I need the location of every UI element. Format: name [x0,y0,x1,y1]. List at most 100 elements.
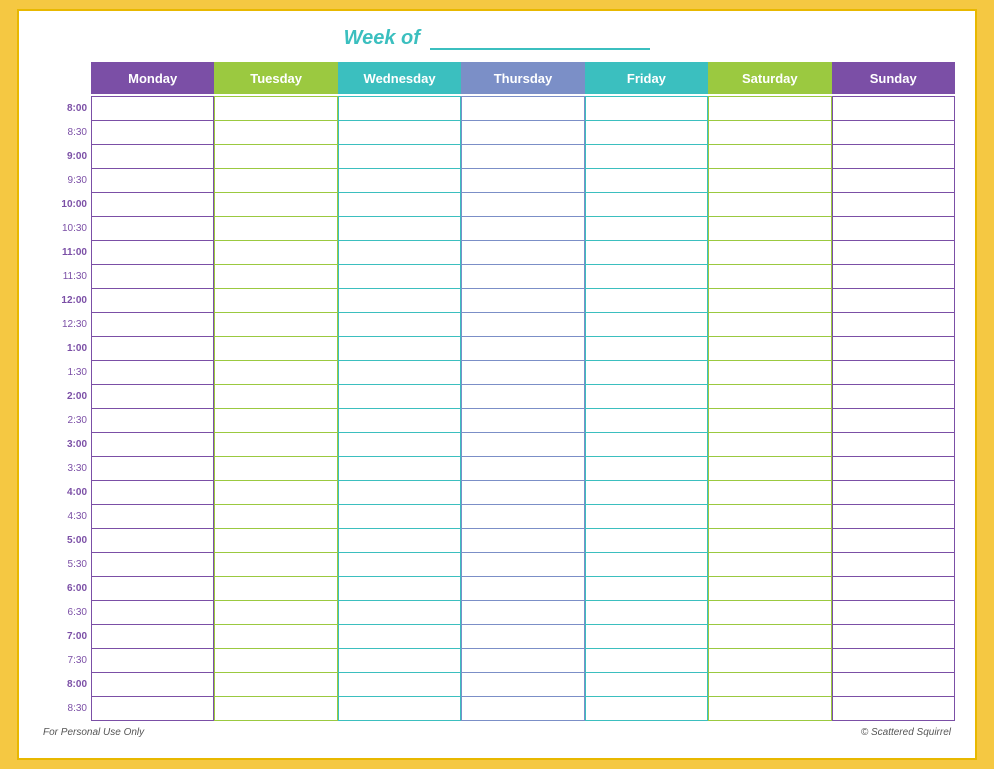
day-cell[interactable] [708,697,831,721]
day-cell[interactable] [708,577,831,601]
day-cell[interactable] [585,289,708,313]
day-cell[interactable] [585,217,708,241]
day-cell[interactable] [585,97,708,121]
day-cell[interactable] [214,169,337,193]
day-cell[interactable] [708,649,831,673]
day-cell[interactable] [708,97,831,121]
day-cell[interactable] [832,265,955,289]
day-cell[interactable] [214,361,337,385]
day-cell[interactable] [214,673,337,697]
day-cell[interactable] [214,433,337,457]
day-cell[interactable] [832,313,955,337]
day-cell[interactable] [338,241,461,265]
day-cell[interactable] [338,481,461,505]
day-cell[interactable] [461,553,584,577]
day-cell[interactable] [832,457,955,481]
day-cell[interactable] [585,193,708,217]
day-cell[interactable] [585,505,708,529]
day-cell[interactable] [461,601,584,625]
day-cell[interactable] [338,193,461,217]
day-cell[interactable] [708,433,831,457]
day-cell[interactable] [91,505,214,529]
day-cell[interactable] [832,337,955,361]
day-cell[interactable] [585,601,708,625]
day-cell[interactable] [708,289,831,313]
day-cell[interactable] [338,529,461,553]
day-cell[interactable] [708,505,831,529]
day-cell[interactable] [708,409,831,433]
day-cell[interactable] [585,481,708,505]
day-cell[interactable] [832,673,955,697]
day-cell[interactable] [214,265,337,289]
day-cell[interactable] [91,697,214,721]
day-cell[interactable] [585,697,708,721]
day-cell[interactable] [461,361,584,385]
day-cell[interactable] [461,169,584,193]
day-cell[interactable] [708,601,831,625]
day-cell[interactable] [91,313,214,337]
day-cell[interactable] [832,97,955,121]
day-cell[interactable] [214,217,337,241]
day-cell[interactable] [214,145,337,169]
day-cell[interactable] [91,193,214,217]
day-cell[interactable] [214,601,337,625]
day-cell[interactable] [338,433,461,457]
day-cell[interactable] [214,529,337,553]
day-cell[interactable] [708,193,831,217]
day-cell[interactable] [585,433,708,457]
day-cell[interactable] [461,145,584,169]
day-cell[interactable] [214,577,337,601]
day-cell[interactable] [214,337,337,361]
day-cell[interactable] [91,265,214,289]
day-cell[interactable] [832,385,955,409]
day-cell[interactable] [832,241,955,265]
day-cell[interactable] [338,625,461,649]
day-cell[interactable] [338,217,461,241]
day-cell[interactable] [585,529,708,553]
day-cell[interactable] [91,169,214,193]
day-cell[interactable] [585,625,708,649]
day-cell[interactable] [91,553,214,577]
day-cell[interactable] [708,217,831,241]
day-cell[interactable] [585,649,708,673]
day-cell[interactable] [461,289,584,313]
day-cell[interactable] [832,217,955,241]
day-cell[interactable] [832,529,955,553]
day-cell[interactable] [708,265,831,289]
day-cell[interactable] [338,361,461,385]
day-cell[interactable] [91,385,214,409]
day-cell[interactable] [585,169,708,193]
day-cell[interactable] [461,121,584,145]
day-cell[interactable] [214,481,337,505]
day-cell[interactable] [214,553,337,577]
day-cell[interactable] [91,289,214,313]
day-cell[interactable] [338,409,461,433]
day-cell[interactable] [708,457,831,481]
day-cell[interactable] [708,169,831,193]
day-cell[interactable] [91,145,214,169]
day-cell[interactable] [214,409,337,433]
day-cell[interactable] [832,697,955,721]
day-cell[interactable] [708,481,831,505]
day-cell[interactable] [708,553,831,577]
day-cell[interactable] [832,433,955,457]
day-cell[interactable] [91,361,214,385]
day-cell[interactable] [338,457,461,481]
day-cell[interactable] [585,553,708,577]
day-cell[interactable] [461,337,584,361]
day-cell[interactable] [708,625,831,649]
day-cell[interactable] [214,289,337,313]
day-cell[interactable] [338,97,461,121]
day-cell[interactable] [91,673,214,697]
day-cell[interactable] [214,97,337,121]
day-cell[interactable] [214,505,337,529]
day-cell[interactable] [91,121,214,145]
day-cell[interactable] [338,385,461,409]
day-cell[interactable] [585,361,708,385]
day-cell[interactable] [461,385,584,409]
day-cell[interactable] [91,241,214,265]
day-cell[interactable] [832,361,955,385]
day-cell[interactable] [461,241,584,265]
day-cell[interactable] [91,481,214,505]
day-cell[interactable] [338,145,461,169]
